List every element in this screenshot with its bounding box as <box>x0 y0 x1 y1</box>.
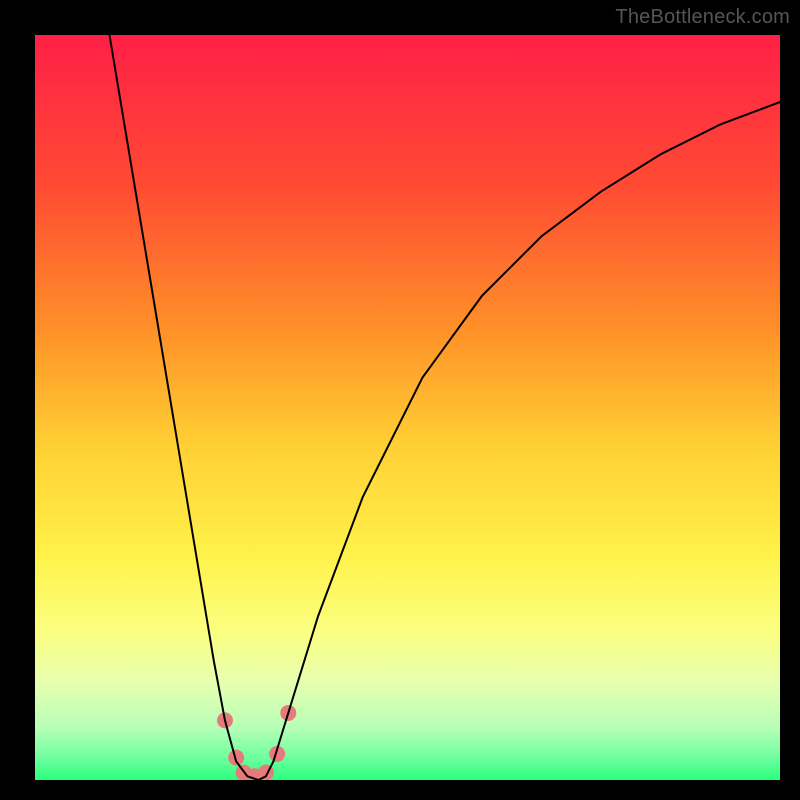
chart-frame: TheBottleneck.com <box>0 0 800 800</box>
chart-svg <box>35 35 780 780</box>
plot-area <box>35 35 780 780</box>
watermark-text: TheBottleneck.com <box>615 6 790 29</box>
